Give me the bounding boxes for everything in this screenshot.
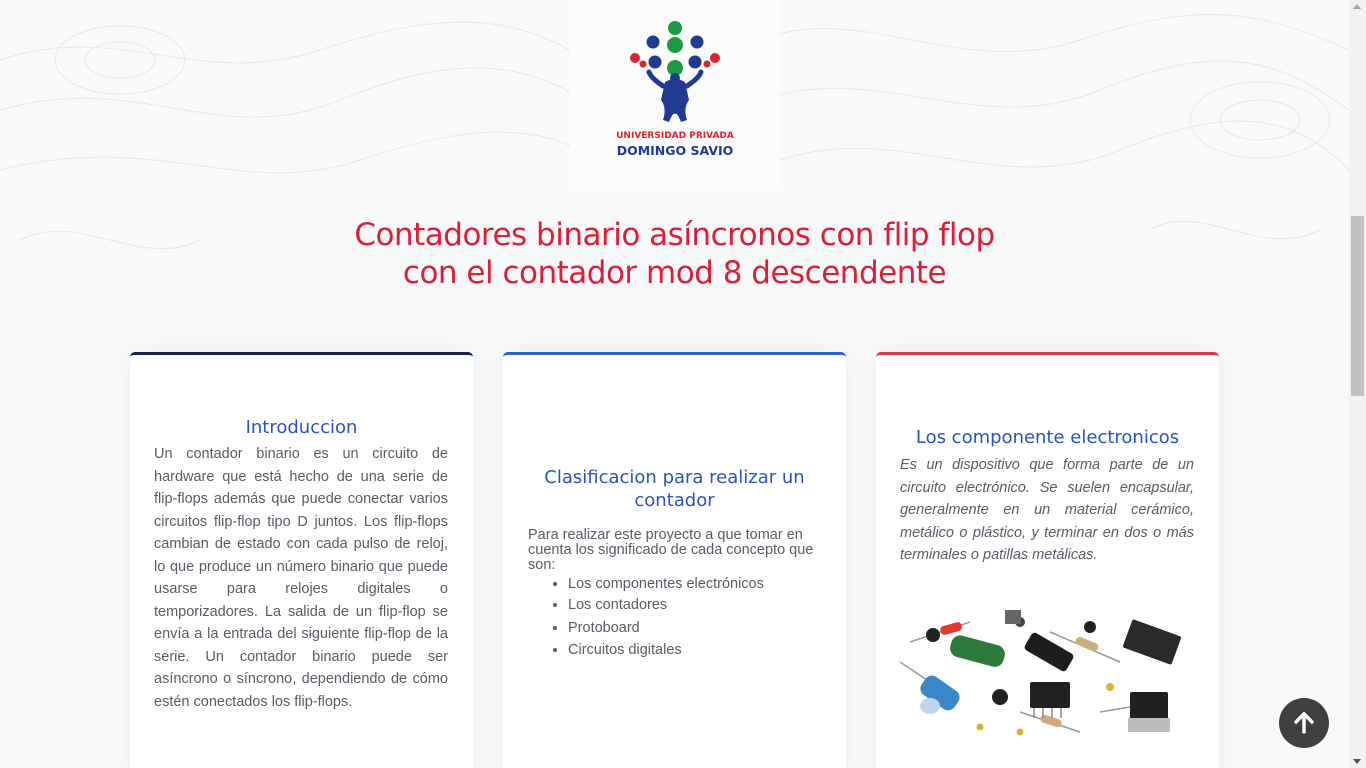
intro-card-text: Un contador binario es un circuito de ha…: [154, 446, 448, 710]
page-title-line2: con el contador mod 8 descendente: [402, 255, 947, 291]
scroll-down-arrow-icon[interactable]: [1353, 759, 1361, 764]
list-item: Los componentes electrónicos: [568, 574, 764, 594]
components-card-text: Es un dispositivo que forma parte de un …: [900, 457, 1194, 563]
logo-line1: UNIVERSIDAD PRIVADA: [616, 131, 734, 141]
page: UNIVERSIDAD PRIVADA DOMINGO SAVIO Contad…: [0, 0, 1349, 768]
intro-card: Introduccion Un contador binario es un c…: [130, 352, 473, 768]
classification-card-intro: Para realizar este proyecto a que tomar …: [528, 527, 814, 573]
classification-list: Los componentes electrónicos Los contado…: [528, 574, 764, 662]
vertical-scrollbar[interactable]: [1349, 0, 1366, 768]
list-item: Circuitos digitales: [568, 639, 764, 662]
list-item: Los contadores: [568, 594, 764, 617]
logo-emblem: UNIVERSIDAD PRIVADA DOMINGO SAVIO: [616, 21, 734, 158]
classification-card-title: Clasificacion para realizar un contador: [544, 467, 805, 511]
classification-card: Clasificacion para realizar un contador …: [503, 352, 846, 768]
components-card: Los componente electronicos Es un dispos…: [876, 352, 1219, 768]
scroll-up-arrow-icon[interactable]: [1353, 4, 1361, 9]
university-logo[interactable]: UNIVERSIDAD PRIVADA DOMINGO SAVIO: [570, 0, 780, 190]
scroll-thumb[interactable]: [1351, 216, 1364, 396]
page-title: Contadores binario asíncronos con flip f…: [0, 216, 1349, 292]
electronic-components-image: [900, 602, 1194, 742]
components-card-title: Los componente electronicos: [915, 427, 1180, 448]
page-title-line1: Contadores binario asíncronos con flip f…: [354, 217, 995, 253]
arrow-up-icon: [1294, 712, 1314, 734]
back-to-top-button[interactable]: [1279, 698, 1329, 748]
logo-line2: DOMINGO SAVIO: [617, 143, 734, 158]
intro-card-title: Introduccion: [245, 417, 358, 438]
list-item: Protoboard: [568, 617, 764, 640]
